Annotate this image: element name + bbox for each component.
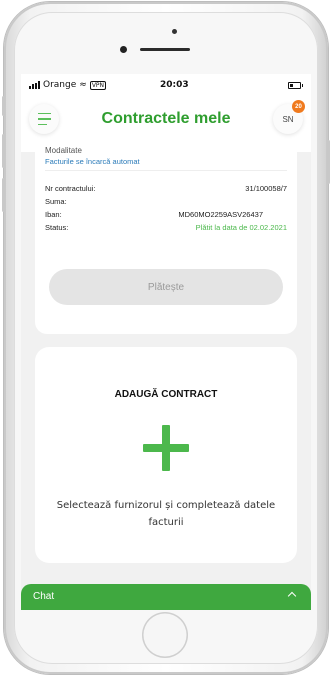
sum-row: Suma: [45, 197, 287, 209]
chat-label: Chat [33, 591, 55, 602]
auto-load-note: Facturile se încarcă automat [45, 157, 140, 166]
vpn-badge: VPN [89, 80, 107, 90]
notification-badge: 20 [292, 100, 305, 113]
carrier-name: Orange [43, 80, 77, 90]
status-row: Status: Plătit la data de 02.02.2021 [45, 223, 287, 235]
phone-mockup: Orange ≈ VPN 20:03 Contractele mele SN 2… [0, 0, 332, 677]
row-label: Status: [45, 223, 69, 232]
chat-bar[interactable]: Chat [21, 584, 311, 610]
front-camera [120, 46, 127, 53]
status-value: Plătit la data de 02.02.2021 [195, 223, 287, 232]
proximity-sensor [172, 29, 177, 34]
row-label: Iban: [45, 210, 62, 219]
earpiece-speaker [140, 48, 190, 51]
add-contract-description: Selectează furnizorul și completează dat… [56, 500, 276, 528]
iban-row: Iban: MD60MO2259ASV26437 [45, 210, 287, 222]
add-contract-card[interactable]: ADAUGĂ CONTRACT Selectează furnizorul și… [35, 347, 297, 563]
contract-number-row: Nr contractului: 31/100058/7 [45, 184, 287, 196]
row-label: Nr contractului: [45, 184, 96, 193]
page-title: Contractele mele [101, 110, 231, 127]
status-bar: Orange ≈ VPN 20:03 [21, 74, 311, 96]
contract-card: Modalitate Facturile se încarcă automat … [35, 146, 297, 334]
avatar[interactable]: SN 20 [273, 100, 305, 134]
divider [45, 170, 287, 171]
add-contract-title: ADAUGĂ CONTRACT [114, 389, 218, 400]
pay-button[interactable]: Plătește [49, 269, 283, 305]
contract-number-value: 31/100058/7 [245, 184, 287, 193]
status-time: 20:03 [160, 80, 189, 90]
plus-icon[interactable] [143, 425, 189, 471]
battery-icon [288, 82, 303, 89]
signal-icon [29, 81, 40, 89]
chevron-up-icon[interactable] [287, 591, 297, 601]
avatar-initials: SN [282, 114, 294, 124]
mute-switch [2, 96, 5, 116]
status-bar-left: Orange ≈ VPN [29, 79, 107, 90]
volume-down-button [2, 178, 5, 212]
app-header: Contractele mele SN 20 [21, 96, 311, 152]
wifi-icon: ≈ [79, 79, 87, 90]
volume-up-button [2, 134, 5, 168]
row-label: Suma: [45, 197, 67, 206]
app-screen: Orange ≈ VPN 20:03 Contractele mele SN 2… [21, 74, 311, 610]
iban-value: MD60MO2259ASV26437 [178, 210, 263, 219]
payment-method-label: Modalitate [45, 146, 82, 155]
power-button [327, 140, 330, 184]
home-button[interactable] [142, 612, 188, 658]
